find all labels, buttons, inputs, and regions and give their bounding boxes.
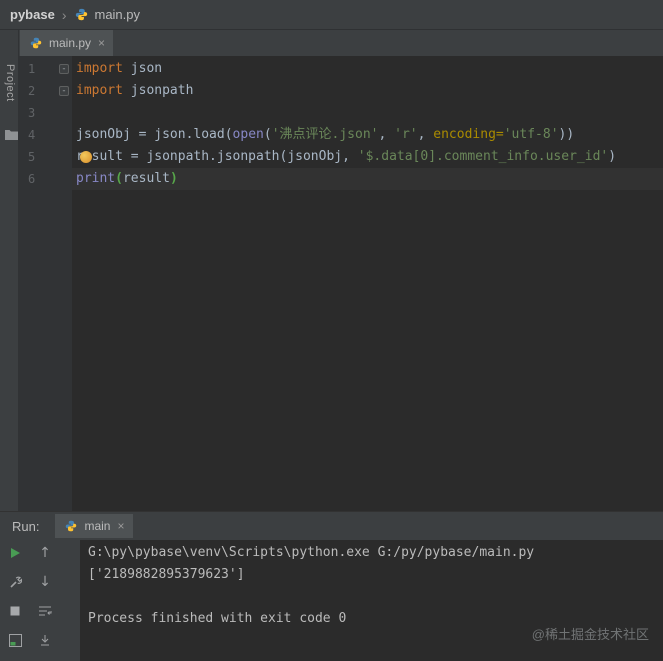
- settings-wrench-icon[interactable]: [7, 574, 23, 590]
- code-token: import: [76, 83, 123, 98]
- watermark: @稀土掘金技术社区: [531, 627, 649, 642]
- code-token: open: [232, 127, 264, 142]
- run-toolbar-right: ↑ ↓: [30, 540, 60, 661]
- editor-code[interactable]: import json import jsonpath jsonObj = json…: [72, 56, 663, 511]
- console-line: ['2189882895379623']: [88, 567, 245, 582]
- run-toolbar: ↑ ↓: [0, 540, 80, 661]
- soft-wrap-icon[interactable]: [37, 603, 53, 619]
- breadcrumb-project[interactable]: pybase: [10, 7, 55, 22]
- code-token: print: [76, 171, 116, 186]
- code-token: jsonObj = json.load(: [76, 127, 233, 142]
- chevron-right-icon: ›: [61, 6, 67, 23]
- console-line: G:\py\pybase\venv\Scripts\python.exe G:/…: [88, 545, 535, 560]
- pycharm-window: pybase › main.py Project main.py × 1 - 2…: [0, 0, 663, 661]
- code-token: 'utf-8': [503, 127, 559, 142]
- breadcrumb-file[interactable]: main.py: [73, 7, 140, 23]
- run-marker-icon[interactable]: [80, 151, 92, 163]
- code-token: '沸点评论.json': [271, 127, 379, 142]
- fold-marker-icon[interactable]: -: [59, 64, 69, 74]
- line-number: 4: [28, 128, 36, 142]
- code-token: result = jsonpath.jsonpath(jsonObj,: [76, 149, 358, 164]
- code-token: 'r': [394, 127, 418, 142]
- line-number: 3: [28, 106, 36, 120]
- code-token: import: [76, 61, 123, 76]
- folder-icon[interactable]: [3, 126, 19, 142]
- code-line[interactable]: print(result): [72, 168, 663, 190]
- project-tool-button[interactable]: Project: [4, 64, 16, 102]
- code-token: encoding=: [433, 127, 504, 142]
- up-arrow-icon[interactable]: ↑: [37, 545, 53, 561]
- close-icon[interactable]: ×: [98, 36, 105, 50]
- editor-tab-bar: main.py ×: [19, 30, 663, 56]
- python-icon: [73, 7, 89, 23]
- code-token: json: [122, 61, 163, 76]
- restore-layout-icon[interactable]: [7, 632, 23, 648]
- main-area: Project main.py × 1-2-3456 import json im…: [0, 30, 663, 511]
- code-token: (: [263, 127, 272, 142]
- code-token: ,: [417, 127, 434, 142]
- python-icon: [63, 518, 79, 534]
- down-arrow-icon[interactable]: ↓: [37, 574, 53, 590]
- code-line[interactable]: import jsonpath: [72, 80, 663, 102]
- run-tab-main[interactable]: main ×: [55, 514, 133, 538]
- code-token: ,: [378, 127, 395, 142]
- code-token: ): [169, 171, 178, 186]
- code-line[interactable]: result = jsonpath.jsonpath(jsonObj, '$.d…: [72, 146, 663, 168]
- code-token: (: [115, 171, 123, 186]
- editor-column: main.py × 1-2-3456 import json import jso…: [19, 30, 663, 511]
- code-token: )): [558, 127, 575, 142]
- line-number: 6: [28, 172, 36, 186]
- editor[interactable]: 1-2-3456 import json import jsonpath jsonO…: [19, 56, 663, 511]
- code-line[interactable]: [72, 102, 663, 124]
- python-icon: [28, 35, 44, 51]
- editor-tab-mainpy[interactable]: main.py ×: [20, 30, 114, 56]
- breadcrumb-file-label: main.py: [94, 7, 141, 22]
- code-token: result: [122, 171, 170, 186]
- line-number: 1-: [19, 58, 72, 80]
- code-line[interactable]: import json: [72, 58, 663, 80]
- rerun-button[interactable]: [7, 545, 23, 561]
- close-icon[interactable]: ×: [117, 519, 124, 533]
- breadcrumb: pybase › main.py: [0, 0, 663, 30]
- scroll-to-end-icon[interactable]: [37, 632, 53, 648]
- line-number: 2-: [19, 80, 72, 102]
- editor-tab-label: main.py: [49, 36, 92, 50]
- run-tab-label: main: [84, 519, 111, 533]
- code-token: jsonpath: [122, 83, 194, 98]
- fold-marker-icon[interactable]: -: [59, 86, 69, 96]
- run-toolbar-left: [0, 540, 30, 661]
- stop-button[interactable]: [7, 603, 23, 619]
- line-number: 5: [28, 150, 36, 164]
- left-tool-strip: Project: [0, 30, 19, 511]
- code-token: ): [608, 149, 617, 164]
- code-token: '$.data[0].comment_info.user_id': [357, 149, 609, 164]
- run-panel-title: Run:: [12, 518, 40, 534]
- editor-gutter: 1-2- 3 4 5 6: [19, 56, 72, 511]
- code-line[interactable]: jsonObj = json.load(open('沸点评论.json', 'r…: [72, 124, 663, 146]
- run-panel-header: Run: main ×: [0, 512, 663, 540]
